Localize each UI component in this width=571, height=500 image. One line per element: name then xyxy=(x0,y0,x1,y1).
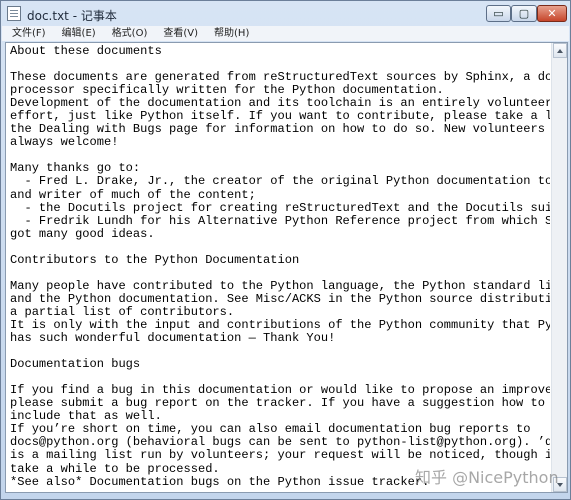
notepad-icon xyxy=(7,6,21,21)
close-button[interactable]: ✕ xyxy=(537,5,567,22)
document-text[interactable]: About these documents These documents ar… xyxy=(10,45,550,490)
vertical-scrollbar[interactable] xyxy=(551,43,567,492)
minimize-button[interactable]: ▭ xyxy=(486,5,511,22)
menu-help[interactable]: 帮助(H) xyxy=(206,26,257,41)
scroll-down-arrow-icon[interactable] xyxy=(553,477,567,492)
scroll-up-arrow-icon[interactable] xyxy=(553,43,567,58)
window-title: doc.txt - 记事本 xyxy=(27,9,117,23)
menu-file[interactable]: 文件(F) xyxy=(2,26,54,41)
title-bar[interactable]: doc.txt - 记事本 ▭ ▢ ✕ xyxy=(1,1,570,26)
text-editor[interactable]: About these documents These documents ar… xyxy=(5,42,568,493)
menu-view[interactable]: 查看(V) xyxy=(155,26,206,41)
maximize-button[interactable]: ▢ xyxy=(511,5,537,22)
menu-edit[interactable]: 编辑(E) xyxy=(54,26,104,41)
menu-format[interactable]: 格式(O) xyxy=(104,26,156,41)
menu-bar: 文件(F) 编辑(E) 格式(O) 查看(V) 帮助(H) xyxy=(2,26,569,41)
notepad-window: doc.txt - 记事本 ▭ ▢ ✕ 文件(F) 编辑(E) 格式(O) 查看… xyxy=(0,0,571,500)
